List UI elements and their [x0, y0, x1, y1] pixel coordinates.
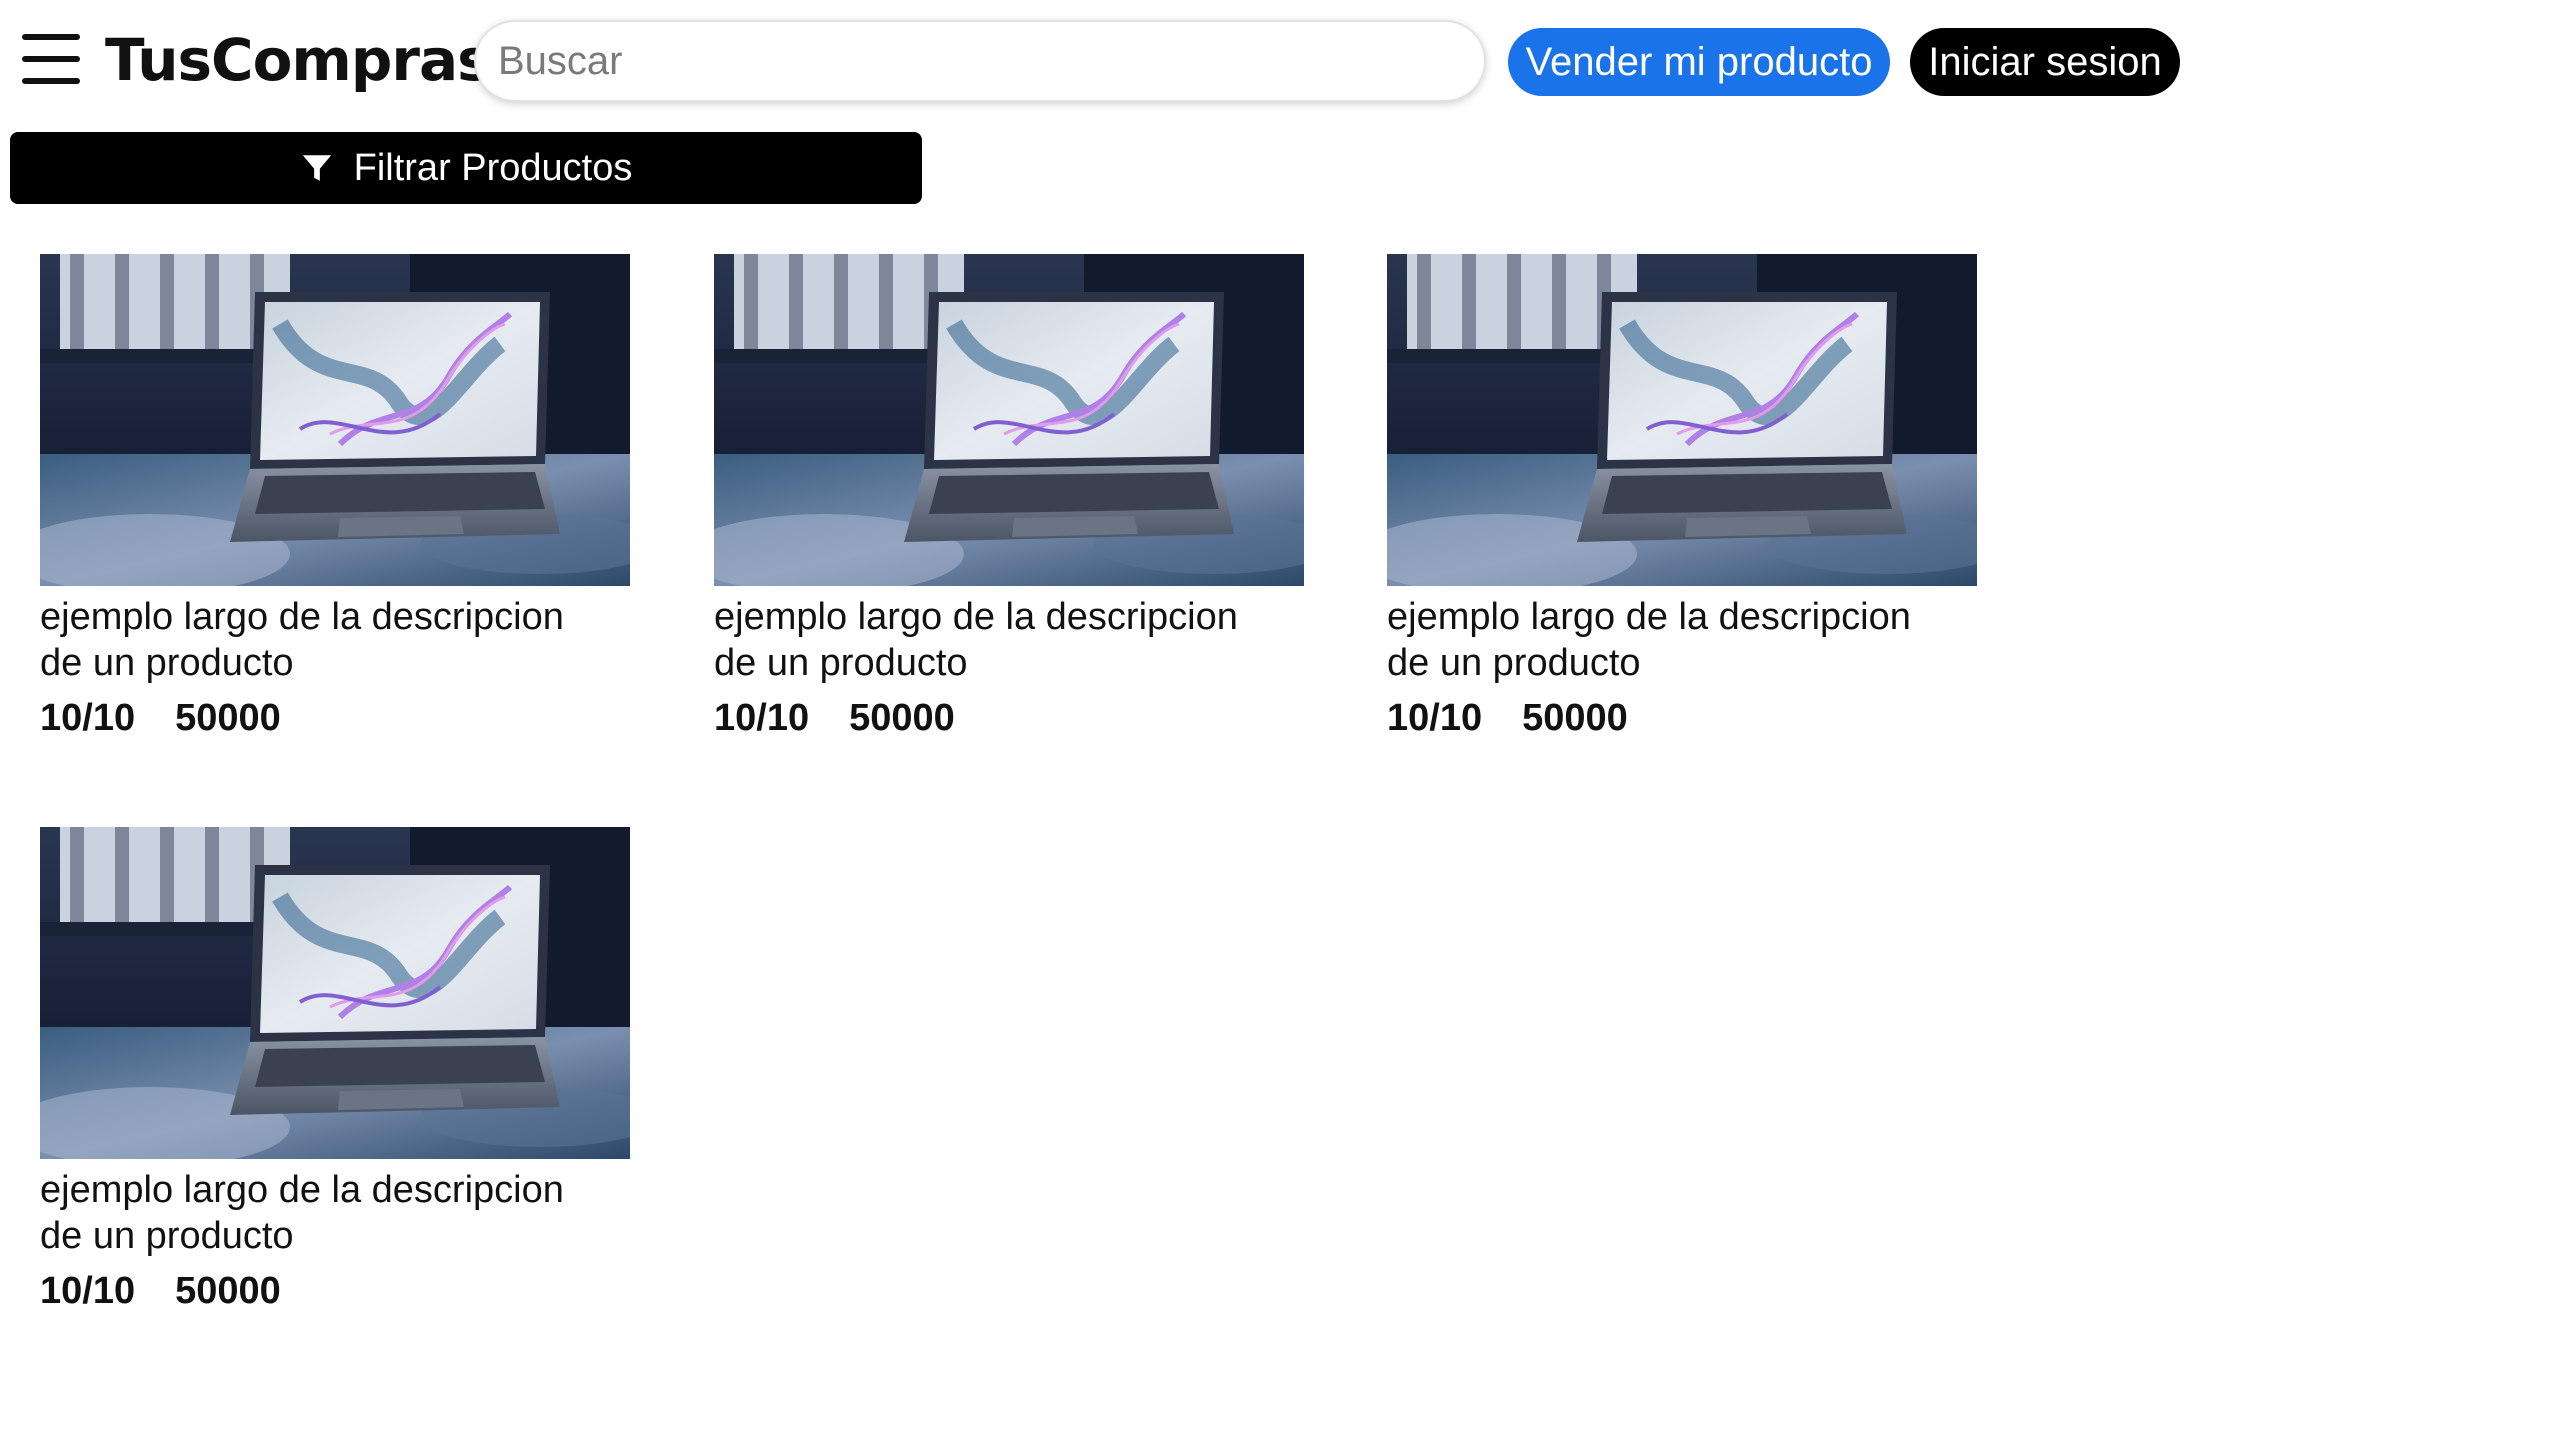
product-rating: 10/10 [714, 697, 810, 739]
filter-label: Filtrar Productos [353, 146, 633, 189]
product-image[interactable] [714, 254, 1304, 586]
product-price: 50000 [849, 697, 955, 739]
product-description: ejemplo largo de la descripcion de un pr… [1387, 596, 1911, 684]
product-description: ejemplo largo de la descripcion de un pr… [40, 1169, 564, 1257]
product-meta: 10/10 50000 [714, 696, 1304, 740]
product-image[interactable] [40, 254, 630, 586]
product-rating: 10/10 [40, 1270, 136, 1312]
product-card[interactable]: ejemplo largo de la descripcion de un pr… [40, 827, 630, 1313]
product-card[interactable]: ejemplo largo de la descripcion de un pr… [1387, 254, 1977, 740]
product-rating: 10/10 [1387, 697, 1483, 739]
product-image[interactable] [40, 827, 630, 1159]
site-logo[interactable]: TusCompras [105, 26, 492, 94]
header: TusCompras Vender mi producto Iniciar se… [0, 0, 2560, 120]
hamburger-menu-icon[interactable] [22, 32, 80, 84]
filter-icon [302, 155, 331, 181]
login-button[interactable]: Iniciar sesion [1910, 28, 2180, 96]
product-rating: 10/10 [40, 697, 136, 739]
product-meta: 10/10 50000 [40, 696, 630, 740]
product-price: 50000 [175, 697, 281, 739]
product-meta: 10/10 50000 [1387, 696, 1977, 740]
search-input[interactable] [474, 20, 1486, 102]
filter-products-button[interactable]: Filtrar Productos [10, 132, 922, 204]
product-card[interactable]: ejemplo largo de la descripcion de un pr… [40, 254, 630, 740]
product-image[interactable] [1387, 254, 1977, 586]
product-card[interactable]: ejemplo largo de la descripcion de un pr… [714, 254, 1304, 740]
sell-product-button[interactable]: Vender mi producto [1508, 28, 1890, 96]
product-meta: 10/10 50000 [40, 1269, 630, 1313]
product-price: 50000 [175, 1270, 281, 1312]
product-description: ejemplo largo de la descripcion de un pr… [40, 596, 564, 684]
product-description: ejemplo largo de la descripcion de un pr… [714, 596, 1238, 684]
product-price: 50000 [1522, 697, 1628, 739]
